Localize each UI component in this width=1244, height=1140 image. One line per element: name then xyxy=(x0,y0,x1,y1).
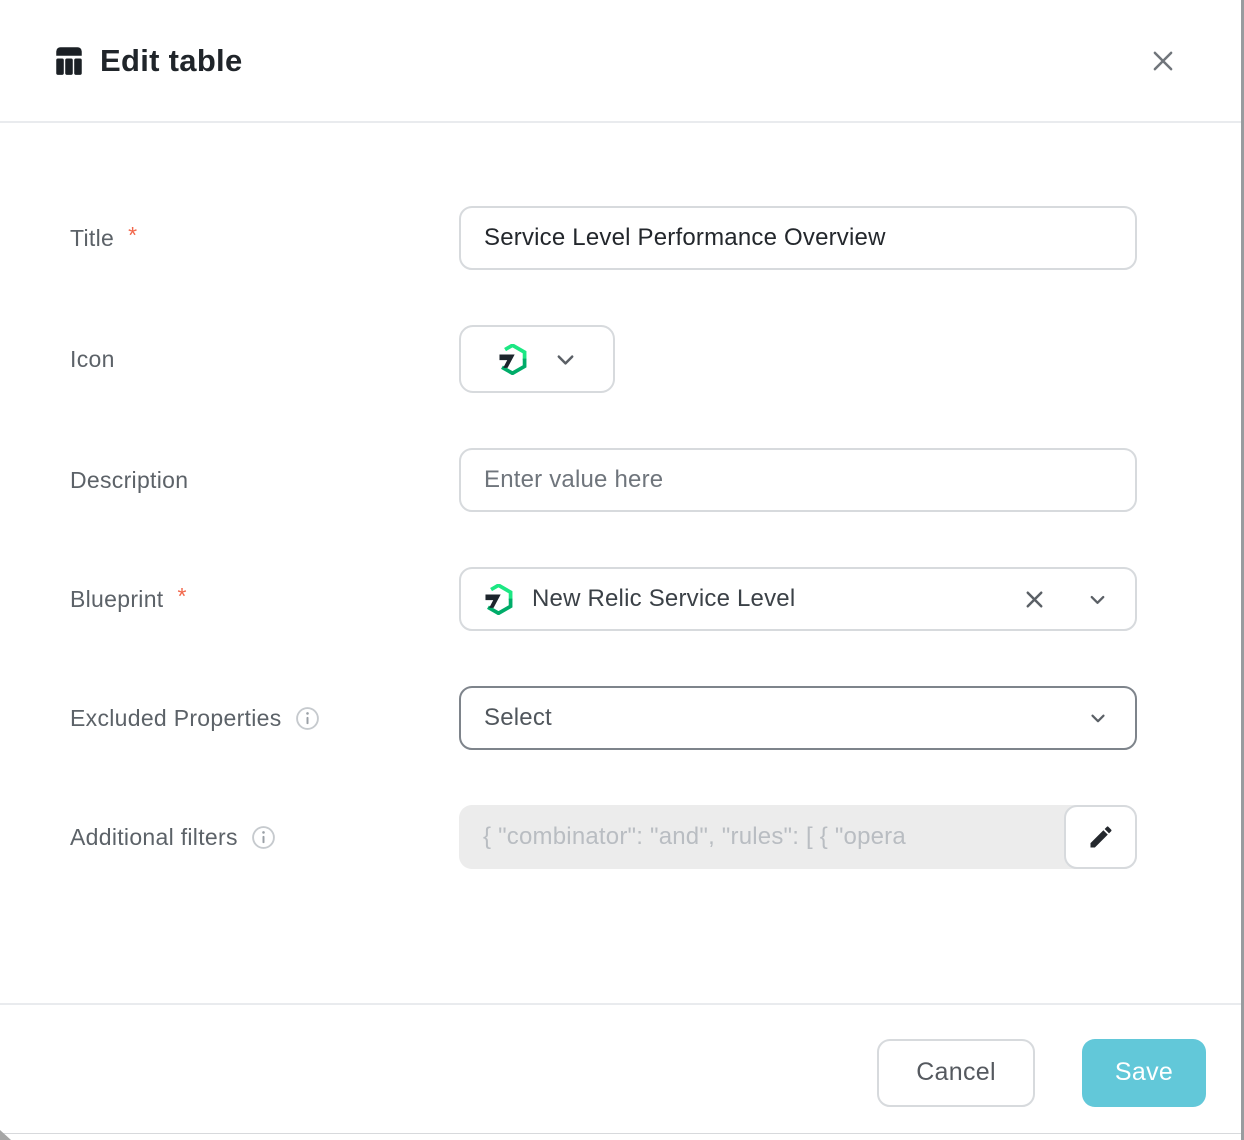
chevron-down-icon xyxy=(1087,707,1109,729)
close-icon xyxy=(1148,46,1178,76)
info-icon[interactable] xyxy=(295,706,320,731)
field-row-additional-filters: Additional filters { "combinator": "and"… xyxy=(70,805,1241,869)
field-row-icon: Icon xyxy=(70,325,1241,393)
title-label-text: Title xyxy=(70,225,114,252)
title-input[interactable] xyxy=(459,206,1137,270)
required-asterisk: * xyxy=(177,583,186,610)
field-row-blueprint: Blueprint * New Relic Service Level xyxy=(70,567,1241,631)
additional-filters-control: { "combinator": "and", "rules": [ { "ope… xyxy=(459,805,1137,869)
new-relic-logo-icon xyxy=(497,344,528,375)
description-control xyxy=(459,448,1137,512)
new-relic-logo-icon xyxy=(483,584,514,615)
excluded-properties-placeholder: Select xyxy=(484,704,552,732)
bottom-edge-line xyxy=(0,1133,1241,1134)
additional-filters-label-text: Additional filters xyxy=(70,824,238,851)
corner-resize-artifact xyxy=(0,1130,11,1140)
additional-filters-value: { "combinator": "and", "rules": [ { "ope… xyxy=(459,805,1137,869)
description-label-text: Description xyxy=(70,467,188,494)
modal-body: Title * Icon xyxy=(0,123,1241,869)
field-row-excluded-properties: Excluded Properties Select xyxy=(70,686,1241,750)
blueprint-label-text: Blueprint xyxy=(70,586,163,613)
modal-header: Edit table xyxy=(0,0,1241,123)
pencil-icon xyxy=(1087,823,1115,851)
title-label: Title * xyxy=(70,225,459,252)
edit-table-modal: Edit table Title * Icon xyxy=(0,0,1244,1140)
field-row-title: Title * xyxy=(70,206,1241,270)
info-icon[interactable] xyxy=(251,825,276,850)
modal-footer: Cancel Save xyxy=(0,1003,1241,1140)
save-button[interactable]: Save xyxy=(1082,1039,1206,1107)
close-button[interactable] xyxy=(1143,41,1183,81)
icon-label: Icon xyxy=(70,346,459,373)
chevron-down-icon xyxy=(1086,588,1109,611)
description-input[interactable] xyxy=(459,448,1137,512)
additional-filters-field: { "combinator": "and", "rules": [ { "ope… xyxy=(459,805,1137,869)
chevron-down-icon xyxy=(554,348,577,371)
clear-icon xyxy=(1021,586,1048,613)
icon-label-text: Icon xyxy=(70,346,115,373)
excluded-properties-control: Select xyxy=(459,686,1137,750)
cancel-button[interactable]: Cancel xyxy=(877,1039,1035,1107)
blueprint-control: New Relic Service Level xyxy=(459,567,1137,631)
field-row-description: Description xyxy=(70,448,1241,512)
icon-control xyxy=(459,325,1137,393)
additional-filters-edit-button[interactable] xyxy=(1064,805,1137,869)
excluded-properties-select[interactable]: Select xyxy=(459,686,1137,750)
excluded-properties-label: Excluded Properties xyxy=(70,705,459,732)
additional-filters-label: Additional filters xyxy=(70,824,459,851)
required-asterisk: * xyxy=(128,222,137,249)
page-title: Edit table xyxy=(100,43,243,79)
blueprint-clear-button[interactable] xyxy=(1021,586,1048,613)
description-label: Description xyxy=(70,467,459,494)
icon-picker-button[interactable] xyxy=(459,325,615,393)
blueprint-select[interactable]: New Relic Service Level xyxy=(459,567,1137,631)
title-control xyxy=(459,206,1137,270)
table-icon xyxy=(52,44,86,78)
blueprint-selected-value: New Relic Service Level xyxy=(532,585,795,613)
excluded-properties-label-text: Excluded Properties xyxy=(70,705,282,732)
blueprint-label: Blueprint * xyxy=(70,586,459,613)
